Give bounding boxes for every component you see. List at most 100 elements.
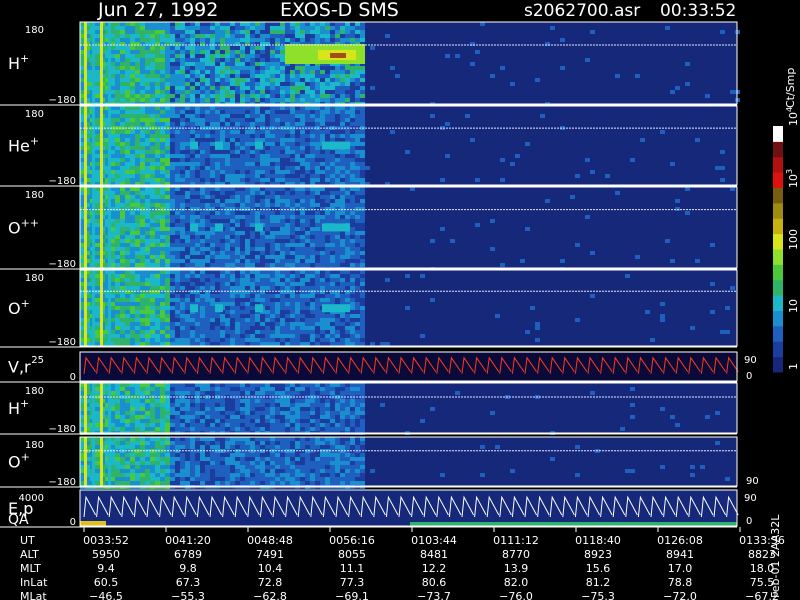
spectrogram-cell bbox=[285, 174, 290, 178]
spectrogram-cell bbox=[320, 70, 325, 74]
spectrogram-cell bbox=[275, 223, 280, 227]
spectrogram-cell bbox=[230, 90, 235, 94]
spectrogram-cell bbox=[360, 227, 365, 231]
spectrogram-cell bbox=[640, 138, 645, 142]
spectrogram-cell bbox=[310, 78, 315, 82]
spectrogram-cell bbox=[220, 187, 225, 191]
spectrogram-cell bbox=[115, 243, 120, 247]
spectrogram-cell bbox=[115, 70, 120, 74]
spectrogram-cell bbox=[250, 286, 255, 290]
spectrogram-cell bbox=[345, 330, 350, 334]
spectrogram-cell bbox=[270, 150, 275, 154]
spectrogram-cell bbox=[130, 259, 135, 263]
spectrogram-cell bbox=[210, 342, 215, 346]
spectrogram-cell bbox=[210, 26, 215, 30]
spectrogram-cell bbox=[175, 199, 180, 203]
spectrogram-cell bbox=[295, 219, 300, 223]
spectrogram-cell bbox=[265, 82, 270, 86]
spectrogram-cell bbox=[180, 22, 185, 26]
spectrogram-cell bbox=[215, 219, 220, 223]
spectrogram-cell bbox=[195, 243, 200, 247]
spectrogram-cell bbox=[280, 219, 285, 223]
spectrogram-cell bbox=[235, 166, 240, 170]
spectrogram-cell bbox=[355, 338, 360, 342]
spectrogram-cell bbox=[120, 247, 125, 251]
spectrogram-cell bbox=[240, 251, 245, 255]
spectrogram-cell bbox=[285, 118, 290, 122]
spectrogram-cell bbox=[200, 166, 205, 170]
spectrogram-cell bbox=[170, 251, 175, 255]
spectrogram-cell bbox=[160, 231, 165, 235]
spectrogram-cell bbox=[245, 235, 250, 239]
spectrogram-cell bbox=[340, 166, 345, 170]
spectrogram-cell bbox=[205, 235, 210, 239]
spectrogram-cell bbox=[130, 235, 135, 239]
spectrogram-cell bbox=[135, 419, 140, 423]
spectrogram-cell bbox=[300, 195, 305, 199]
spectrogram-cell bbox=[160, 78, 165, 82]
spectrogram-cell bbox=[335, 130, 340, 134]
spectrogram-cell bbox=[145, 263, 150, 267]
spectrogram-cell bbox=[115, 286, 120, 290]
spectrogram-cell bbox=[245, 322, 250, 326]
spectrogram-cell bbox=[120, 314, 125, 318]
spectrogram-cell bbox=[115, 330, 120, 334]
spectrogram-cell bbox=[245, 46, 250, 50]
spectrogram-cell bbox=[145, 239, 150, 243]
spectrogram-cell bbox=[175, 274, 180, 278]
spectrogram-cell bbox=[165, 251, 170, 255]
spectrogram-cell bbox=[170, 50, 175, 54]
spectrogram-cell bbox=[130, 282, 135, 286]
spectrogram-cell bbox=[135, 219, 140, 223]
spectrogram-cell bbox=[130, 407, 135, 411]
spectrogram-cell bbox=[345, 274, 350, 278]
spectrogram-cell bbox=[510, 162, 515, 166]
spectrogram-cell bbox=[190, 178, 195, 182]
spectrogram-cell bbox=[385, 34, 390, 38]
spectrogram-cell bbox=[165, 239, 170, 243]
spectrogram-cell bbox=[250, 243, 255, 247]
spectrogram-cell bbox=[350, 298, 355, 302]
spectrogram-cell bbox=[150, 322, 155, 326]
spectrogram-cell bbox=[205, 30, 210, 34]
spectrogram-cell bbox=[225, 30, 230, 34]
spectrogram-cell bbox=[250, 70, 255, 74]
spectrogram-cell bbox=[170, 255, 175, 259]
spectrogram-cell bbox=[465, 114, 470, 118]
bright-streak bbox=[108, 270, 111, 346]
spectrogram-cell bbox=[140, 174, 145, 178]
spectrogram-cell bbox=[255, 90, 260, 94]
spectrogram-cell bbox=[355, 227, 360, 231]
spectrogram-cell bbox=[340, 326, 345, 330]
spectrogram-cell bbox=[265, 290, 270, 294]
spectrogram-cell bbox=[200, 231, 205, 235]
spectrogram-cell bbox=[290, 146, 295, 150]
spectrogram-cell bbox=[165, 46, 170, 50]
spectrogram-cell bbox=[190, 54, 195, 58]
spectrogram-cell bbox=[200, 90, 205, 94]
spectrogram-cell bbox=[295, 187, 300, 191]
spectrogram-cell bbox=[265, 106, 270, 110]
spectrogram-cell bbox=[230, 154, 235, 158]
spectrogram-cell bbox=[175, 263, 180, 267]
spectrogram-cell bbox=[95, 223, 100, 227]
spectrogram-cell bbox=[145, 138, 150, 142]
spectrogram-cell bbox=[115, 278, 120, 282]
spectrogram-cell bbox=[180, 154, 185, 158]
spectrogram-cell bbox=[315, 158, 320, 162]
spectrogram-cell bbox=[215, 70, 220, 74]
spectrogram-cell bbox=[145, 247, 150, 251]
spectrogram-cell bbox=[150, 150, 155, 154]
spectrogram-cell bbox=[265, 231, 270, 235]
spectrogram-cell bbox=[95, 78, 100, 82]
spectrogram-cell bbox=[320, 207, 325, 211]
spectrogram-cell bbox=[170, 162, 175, 166]
spectrogram-cell bbox=[125, 227, 130, 231]
spectrogram-cell bbox=[150, 199, 155, 203]
spectrogram-cell bbox=[355, 191, 360, 195]
spectrogram-cell bbox=[300, 247, 305, 251]
spectrogram-cell bbox=[210, 298, 215, 302]
spectrogram-cell bbox=[235, 298, 240, 302]
spectrogram-cell bbox=[115, 195, 120, 199]
spectrogram-cell bbox=[295, 326, 300, 330]
